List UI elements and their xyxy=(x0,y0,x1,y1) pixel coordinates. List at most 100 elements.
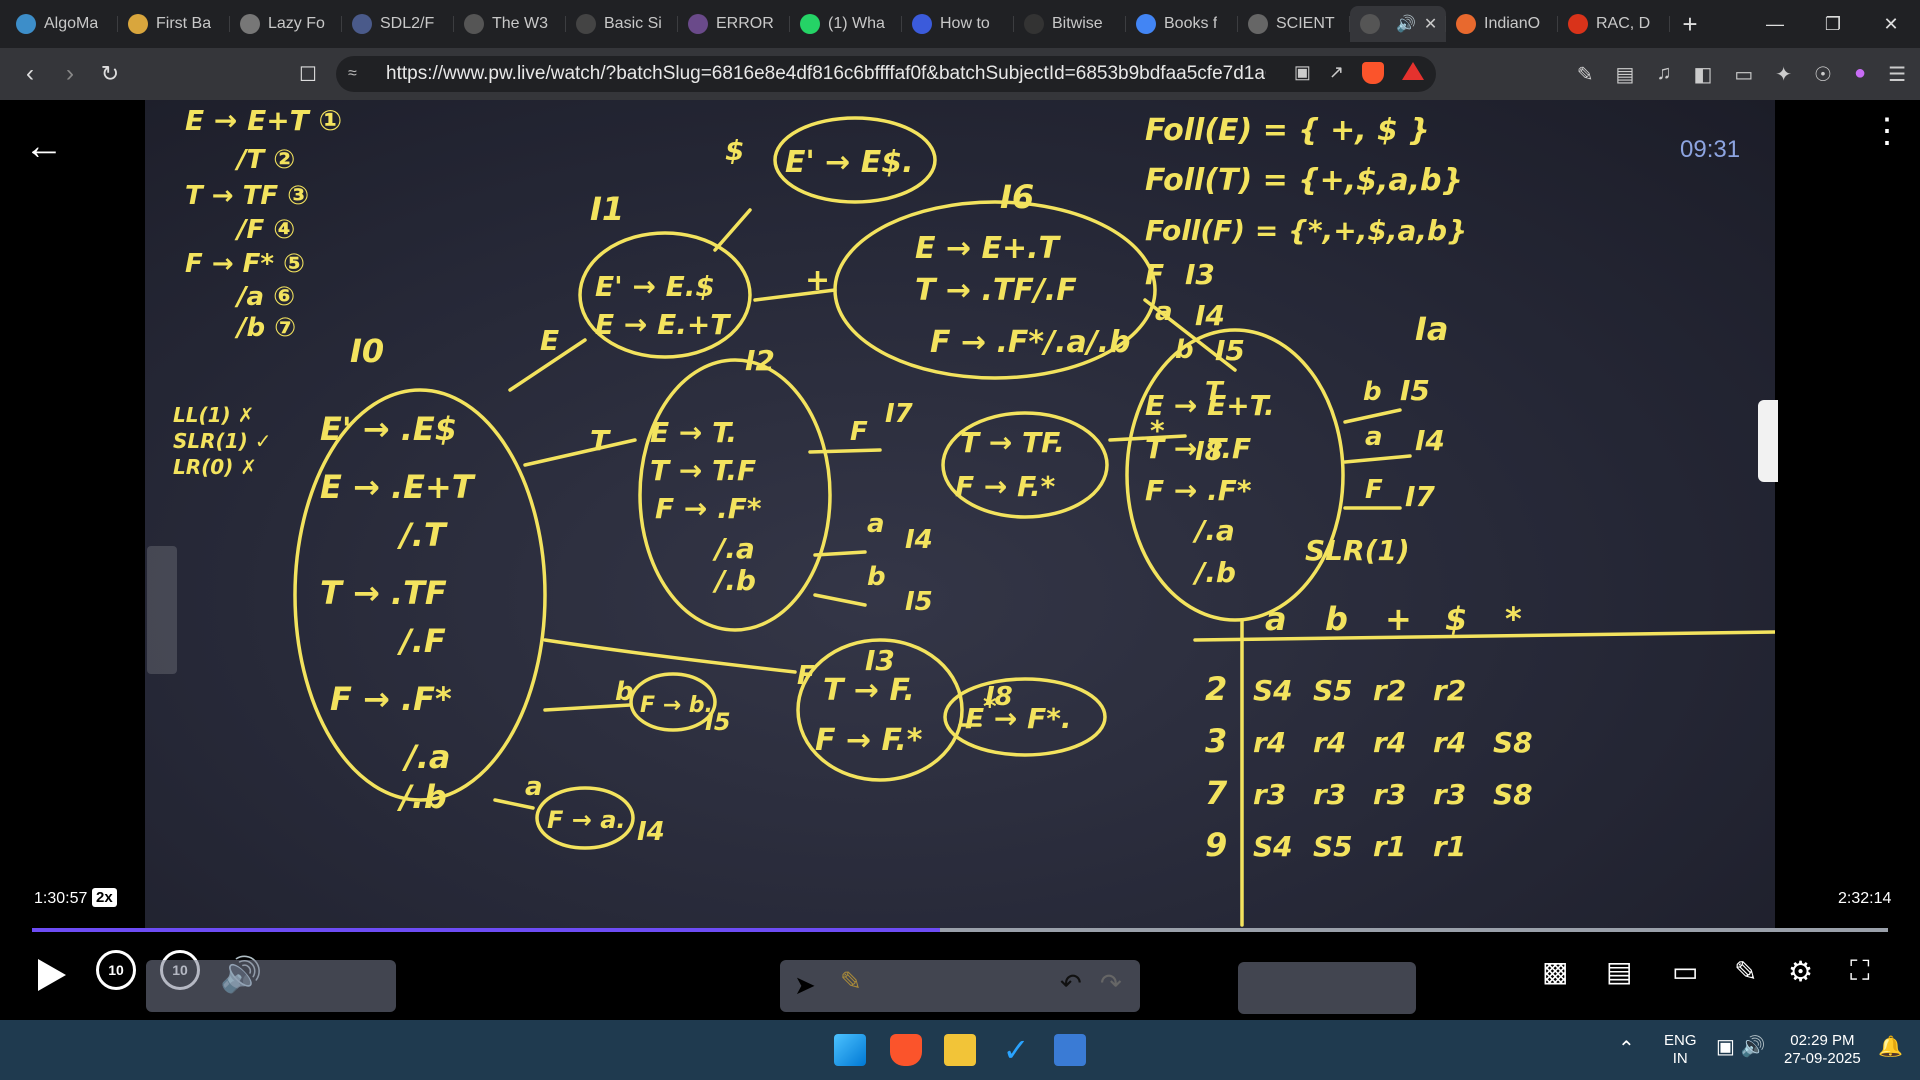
network-volume-icon[interactable]: ▣ 🔊 xyxy=(1716,1037,1765,1057)
clock[interactable]: 02:29 PM 27-09-2025 xyxy=(1784,1032,1861,1068)
forward-button[interactable]: › xyxy=(52,56,88,92)
more-options-icon[interactable]: ⋮ xyxy=(1870,114,1904,148)
transition-label: a xyxy=(525,772,543,802)
tab-favicon-icon xyxy=(800,14,820,34)
restore-button[interactable]: ❐ xyxy=(1804,0,1862,48)
url-text[interactable]: https://www.pw.live/watch/?batchSlug=681… xyxy=(386,63,1266,85)
item: /.b xyxy=(1192,556,1236,589)
close-window-button[interactable]: ✕ xyxy=(1862,0,1920,48)
browser-tab[interactable]: Basic Si xyxy=(566,6,678,42)
parser-check: LR(0) ✗ xyxy=(173,455,257,479)
settings-icon[interactable]: ⚙ xyxy=(1788,955,1813,988)
site-settings-icon[interactable]: ≈ xyxy=(348,65,372,83)
notification-bell-icon[interactable]: 🔔 xyxy=(1878,1037,1903,1057)
reader-icon[interactable]: ▤ xyxy=(1616,62,1635,87)
item: /.a xyxy=(401,738,450,776)
drawing-toolbar-left xyxy=(146,960,396,1012)
translate-icon[interactable]: ▤ xyxy=(1606,955,1632,988)
seek-bar[interactable] xyxy=(32,928,1888,932)
transition-arrow xyxy=(808,448,882,454)
transition-label: T xyxy=(1205,377,1225,407)
leo-icon[interactable]: ✦ xyxy=(1775,62,1792,87)
reload-button[interactable]: ↻ xyxy=(92,56,128,92)
wallet-icon[interactable]: ▭ xyxy=(1734,62,1753,87)
browser-tab[interactable]: RAC, D xyxy=(1558,6,1670,42)
notes-icon[interactable]: ✎ xyxy=(1734,955,1757,988)
transition-arrow xyxy=(1343,408,1402,424)
item: F → .F* xyxy=(655,492,762,525)
brave-taskbar-icon[interactable] xyxy=(890,1034,922,1066)
pen-icon[interactable]: ✎ xyxy=(840,966,862,997)
fullscreen-icon[interactable]: ⛶ xyxy=(1850,955,1870,988)
keyboard-app-icon[interactable] xyxy=(1054,1034,1086,1066)
browser-tab[interactable]: Books f xyxy=(1126,6,1238,42)
browser-tab[interactable]: IndianO xyxy=(1446,6,1558,42)
media-icon[interactable]: ♫ xyxy=(1656,62,1671,87)
item: E → .E+T xyxy=(320,468,476,506)
back-arrow-icon[interactable]: ← xyxy=(24,124,64,169)
browser-tab[interactable]: (1) Wha xyxy=(790,6,902,42)
tab-title: First Ba xyxy=(156,15,212,32)
item: T → F. xyxy=(823,673,915,708)
transition-label: a xyxy=(1365,422,1383,452)
chat-icon[interactable]: ▩ xyxy=(1542,955,1568,988)
start-icon[interactable] xyxy=(834,1034,866,1066)
item: /.b xyxy=(712,564,756,597)
share-icon[interactable]: ↗ xyxy=(1329,62,1344,84)
grammar-line: F → F* ⑤ xyxy=(185,249,305,279)
transition-label: a xyxy=(1155,297,1173,327)
language: ENG xyxy=(1664,1032,1697,1049)
elapsed-time: 1:30:57 xyxy=(34,890,88,907)
tab-close-icon[interactable]: ✕ xyxy=(1424,14,1437,34)
tab-favicon-icon xyxy=(1360,14,1380,34)
redo-icon[interactable]: ↷ xyxy=(1100,968,1122,999)
play-button[interactable] xyxy=(32,950,72,1000)
browser-tab[interactable]: Lazy Fo xyxy=(230,6,342,42)
brave-rewards-icon[interactable] xyxy=(1402,62,1424,80)
sidebar-icon[interactable]: ◧ xyxy=(1693,62,1712,87)
cast-icon[interactable]: ▣ xyxy=(1294,62,1311,84)
grammar-line: E → E+T ① xyxy=(185,104,342,137)
pointer-icon[interactable]: ➤ xyxy=(794,970,816,1001)
browser-tab[interactable]: How to xyxy=(902,6,1014,42)
browser-tab[interactable]: First Ba xyxy=(118,6,230,42)
browser-tab[interactable]: Bitwise xyxy=(1014,6,1126,42)
table-cell: r4 xyxy=(1253,726,1286,759)
table-cell: r3 xyxy=(1253,778,1286,811)
transition-label: F xyxy=(850,417,868,447)
bookmark-icon[interactable]: ☐ xyxy=(290,56,326,92)
profile-icon[interactable]: ● xyxy=(1854,62,1866,87)
browser-tab[interactable]: AlgoMa xyxy=(6,6,118,42)
side-panel-tab[interactable] xyxy=(1758,400,1778,482)
browser-tab[interactable]: SCIENT xyxy=(1238,6,1350,42)
state-label: I1 xyxy=(590,190,624,228)
tab-audio-icon[interactable]: 🔊 xyxy=(1396,14,1416,34)
vpn-icon[interactable]: ☉ xyxy=(1814,62,1832,87)
language-indicator[interactable]: ENG IN xyxy=(1664,1032,1697,1068)
browser-tab[interactable]: SDL2/F xyxy=(342,6,454,42)
table-header-cell: $ xyxy=(1445,600,1467,638)
brave-shields-icon[interactable] xyxy=(1362,62,1384,84)
follow-set: Foll(E) = { +, $ } xyxy=(1145,113,1430,148)
menu-icon[interactable]: ☰ xyxy=(1888,62,1906,87)
url-field[interactable]: ≈ https://www.pw.live/watch/?batchSlug=6… xyxy=(336,56,1436,92)
skip-back-button[interactable]: 10 xyxy=(96,950,136,990)
browser-tab[interactable]: 🔊 ✕ xyxy=(1350,6,1446,42)
undo-icon[interactable]: ↶ xyxy=(1060,968,1082,999)
grammar-line: T → TF ③ xyxy=(185,181,309,211)
playback-speed-badge[interactable]: 2x xyxy=(92,888,117,907)
tab-title: ERROR xyxy=(716,15,774,32)
left-drawer-handle[interactable] xyxy=(147,546,177,674)
minimize-button[interactable]: — xyxy=(1746,0,1804,48)
tray-chevron-icon[interactable]: ⌃ xyxy=(1618,1039,1635,1059)
table-state-cell: 2 xyxy=(1205,670,1227,708)
extensions-icon[interactable]: ✎ xyxy=(1577,62,1594,87)
browser-tab[interactable]: The W3 xyxy=(454,6,566,42)
table-cell: r3 xyxy=(1433,778,1466,811)
file-explorer-icon[interactable] xyxy=(944,1034,976,1066)
todo-icon[interactable]: ✓ xyxy=(1000,1034,1032,1066)
browser-tab[interactable]: ERROR xyxy=(678,6,790,42)
new-tab-button[interactable]: + xyxy=(1670,9,1710,40)
back-button[interactable]: ‹ xyxy=(12,56,48,92)
miniplayer-icon[interactable]: ▭ xyxy=(1672,955,1698,988)
